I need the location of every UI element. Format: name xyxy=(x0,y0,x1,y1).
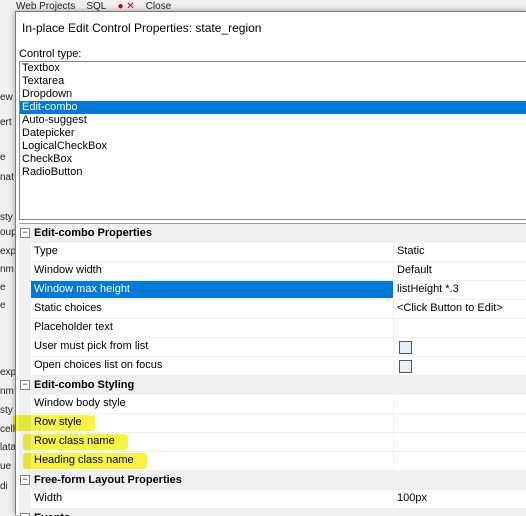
control-type-item[interactable]: CheckBox xyxy=(20,153,526,166)
background-fragment: nat xyxy=(0,172,14,183)
property-value[interactable]: listHeight *.3 xyxy=(394,281,526,298)
property-category: − Edit-combo Properties xyxy=(19,224,526,243)
property-name[interactable]: Type xyxy=(31,243,394,260)
category-name: Edit-combo Properties xyxy=(34,227,152,239)
property-checkbox[interactable] xyxy=(399,360,412,373)
row-gutter xyxy=(19,395,31,413)
row-gutter xyxy=(19,243,31,261)
highlighter-mark xyxy=(23,434,128,450)
property-name[interactable]: User must pick from list xyxy=(31,338,394,355)
property-category: − Edit-combo Styling xyxy=(19,376,526,395)
control-type-item[interactable]: Textarea xyxy=(20,75,526,88)
control-type-item[interactable]: Datepicker xyxy=(20,127,526,140)
property-row[interactable]: Window width Default xyxy=(19,262,526,281)
property-value[interactable] xyxy=(394,319,526,336)
property-row[interactable]: User must pick from list xyxy=(19,338,526,357)
control-type-item[interactable]: Edit-combo xyxy=(20,101,526,114)
highlighter-mark xyxy=(13,415,95,431)
property-name[interactable]: Width xyxy=(31,490,394,507)
control-type-item[interactable]: Textbox xyxy=(20,62,526,75)
property-row[interactable]: Window max height listHeight *.3 xyxy=(19,281,526,300)
property-checkbox[interactable] xyxy=(399,341,412,354)
background-left-panel: ewertenatstyoupexpnmeeexpnmstycelllataue… xyxy=(0,14,16,514)
background-fragment: lata xyxy=(0,442,15,453)
property-row[interactable]: Row style xyxy=(19,414,526,433)
property-value[interactable]: 100px xyxy=(394,490,526,507)
background-fragment: ew xyxy=(0,92,13,103)
property-name[interactable]: Open choices list on focus xyxy=(31,357,394,374)
highlighter-mark xyxy=(23,453,147,469)
property-name[interactable]: Window max height xyxy=(31,281,394,298)
background-fragment: e xyxy=(0,300,6,311)
row-gutter xyxy=(19,319,31,337)
row-gutter xyxy=(19,262,31,280)
property-row[interactable]: Type Static xyxy=(19,243,526,262)
background-fragment: exp xyxy=(0,367,15,378)
property-value[interactable] xyxy=(394,433,526,450)
control-type-item[interactable]: LogicalCheckBox xyxy=(20,140,526,153)
property-row[interactable]: Static choices <Click Button to Edit> xyxy=(19,300,526,319)
category-name: Edit-combo Styling xyxy=(34,379,135,391)
dialog-titlebar: In-place Edit Control Properties: state_… xyxy=(16,12,526,44)
property-row[interactable]: Width 100px xyxy=(19,490,526,509)
control-type-list[interactable]: Textbox Textarea Dropdown Edit-combo Auto-su… xyxy=(19,61,526,220)
property-value[interactable]: Static xyxy=(394,243,526,260)
property-value[interactable] xyxy=(394,452,526,469)
category-name: Events xyxy=(34,509,70,516)
row-gutter xyxy=(19,490,31,508)
control-type-item[interactable]: RadioButton xyxy=(20,166,526,179)
property-row[interactable]: Open choices list on focus xyxy=(19,357,526,376)
property-name[interactable]: Window width xyxy=(31,262,394,279)
category-name: Free-form Layout Properties xyxy=(34,474,182,486)
property-grid: − Edit-combo Properties Type Static Window w… xyxy=(19,223,526,516)
row-gutter xyxy=(19,338,31,356)
property-name[interactable]: Static choices xyxy=(31,300,394,317)
row-gutter xyxy=(19,281,31,299)
property-row[interactable]: Placeholder text xyxy=(19,319,526,338)
control-type-item[interactable]: Dropdown xyxy=(20,88,526,101)
background-fragment: sty xyxy=(0,212,13,223)
row-gutter xyxy=(19,300,31,318)
collapse-icon[interactable]: − xyxy=(20,475,30,485)
background-fragment: di xyxy=(0,481,8,492)
collapse-icon[interactable]: − xyxy=(20,380,30,390)
background-fragment: nm xyxy=(0,264,14,275)
background-fragment: e xyxy=(0,282,6,293)
control-type-item[interactable]: Auto-suggest xyxy=(20,114,526,127)
dialog-title: In-place Edit Control Properties: state_… xyxy=(22,21,262,35)
background-fragment: ue xyxy=(0,461,12,472)
property-category: −Events xyxy=(19,509,526,516)
row-gutter xyxy=(19,357,31,375)
background-fragment: oup xyxy=(0,227,15,238)
background-fragment: sty xyxy=(0,405,13,416)
property-row[interactable]: Window body style xyxy=(19,395,526,414)
collapse-icon[interactable]: − xyxy=(20,228,30,238)
property-value[interactable] xyxy=(394,338,526,355)
property-value[interactable]: Default xyxy=(394,262,526,279)
background-fragment: e xyxy=(0,152,6,163)
property-name[interactable]: Placeholder text xyxy=(31,319,394,336)
control-type-label: Control type: xyxy=(19,48,82,60)
property-value[interactable] xyxy=(394,357,526,374)
property-category: − Free-form Layout Properties xyxy=(19,471,526,490)
property-value[interactable]: <Click Button to Edit> xyxy=(394,300,526,317)
property-value[interactable] xyxy=(394,395,526,412)
background-fragment: nm xyxy=(0,386,14,397)
background-fragment: exp xyxy=(0,246,15,257)
property-value[interactable] xyxy=(394,414,526,431)
property-name[interactable]: Window body style xyxy=(31,395,394,412)
background-fragment: ert xyxy=(0,117,12,128)
